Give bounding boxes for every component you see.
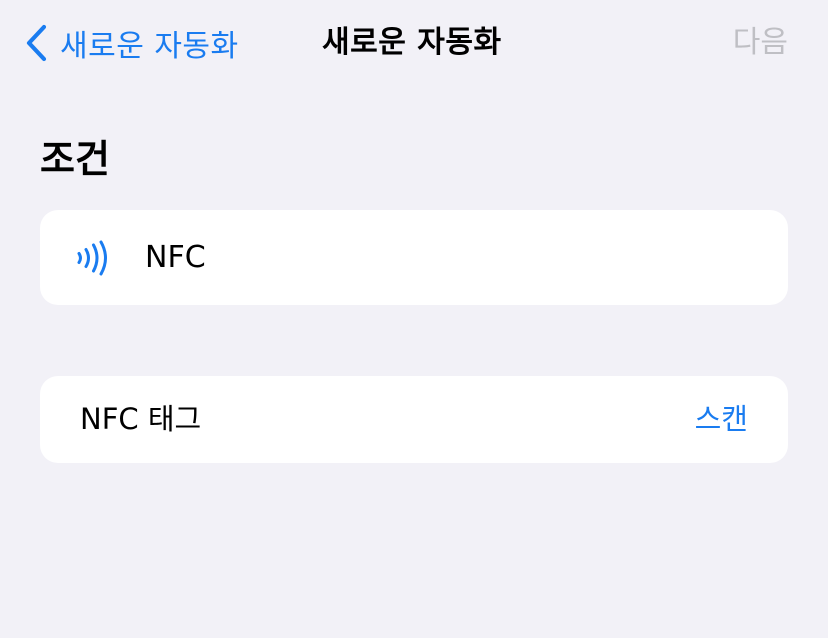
back-button[interactable]: 새로운 자동화 xyxy=(24,22,239,64)
next-button[interactable]: 다음 xyxy=(733,22,788,64)
nfc-waves-icon xyxy=(77,240,107,276)
chevron-left-icon xyxy=(26,24,47,62)
nfc-tag-card: NFC 태그 스캔 xyxy=(40,376,788,463)
nfc-trigger-label: NFC xyxy=(145,240,206,275)
navigation-bar: 새로운 자동화 새로운 자동화 다음 xyxy=(0,0,828,86)
scan-button[interactable]: 스캔 xyxy=(695,376,748,463)
back-button-label: 새로운 자동화 xyxy=(60,29,239,64)
nfc-trigger-card: NFC xyxy=(40,210,788,305)
page-title: 새로운 자동화 xyxy=(322,25,502,60)
nfc-tag-label: NFC 태그 xyxy=(80,402,202,436)
section-header-conditions: 조건 xyxy=(40,137,110,181)
